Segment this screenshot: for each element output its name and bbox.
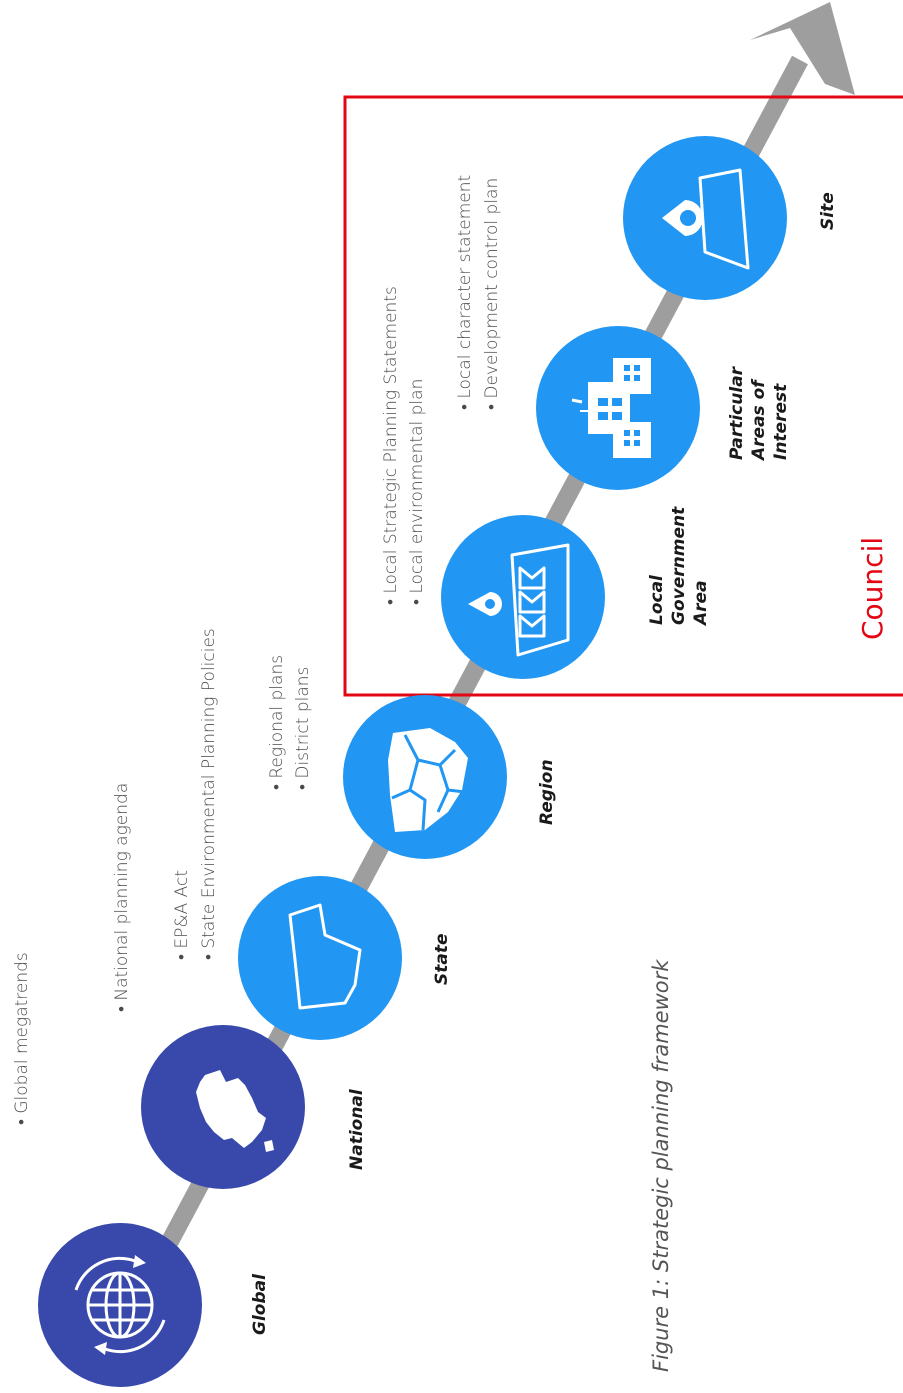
stage-circle-state — [238, 876, 402, 1040]
stage-site: Site — [623, 136, 838, 300]
bullet-pai-2: • Development control plan — [482, 178, 502, 410]
strategic-planning-diagram: Council Figure 1: Strategic planning fra… — [12, 2, 903, 1387]
arrow-head — [750, 2, 855, 95]
bullet-lga-2: • Local environmental plan — [407, 379, 427, 605]
bullet-marker: • — [482, 399, 502, 410]
bullet-marker: • — [199, 949, 219, 960]
stage-label-lga: Local Government Area — [647, 501, 711, 627]
bullet-marker: • — [112, 1001, 132, 1012]
stage-label-global: Global — [250, 1273, 270, 1335]
stage-label-national: National — [347, 1088, 367, 1170]
bullet-marker: • — [455, 399, 475, 410]
bullet-lga-1: • Local Strategic Planning Statements — [381, 286, 401, 605]
figure-caption: Figure 1: Strategic planning framework — [649, 959, 673, 1372]
stage-label-state: State — [432, 934, 452, 986]
bullet-state-2: • State Environmental Planning Policies — [199, 628, 219, 960]
bullet-marker: • — [381, 594, 401, 605]
stage-label-pai: Particular Areas of Interest — [727, 361, 791, 462]
bullet-region-2: • District plans — [293, 667, 313, 790]
bullet-marker: • — [293, 779, 313, 790]
bullet-pai-1: • Local character statement — [455, 175, 475, 410]
bullet-region-1: • Regional plans — [267, 655, 287, 790]
bullet-national: • National planning agenda — [112, 783, 132, 1012]
stage-label-site: Site — [818, 192, 838, 230]
stage-label-region: Region — [537, 759, 557, 825]
bullet-marker: • — [172, 949, 192, 960]
bullet-state-1: • EP&A Act — [172, 870, 192, 960]
stage-circle-site — [623, 136, 787, 300]
bullet-marker: • — [267, 779, 287, 790]
council-label: Council — [856, 537, 889, 640]
stage-region: Region • Regional plans • District plans — [267, 655, 557, 859]
bullet-global: • Global megatrends — [12, 952, 32, 1125]
bullet-marker: • — [407, 594, 427, 605]
bullet-marker: • — [12, 1114, 32, 1125]
